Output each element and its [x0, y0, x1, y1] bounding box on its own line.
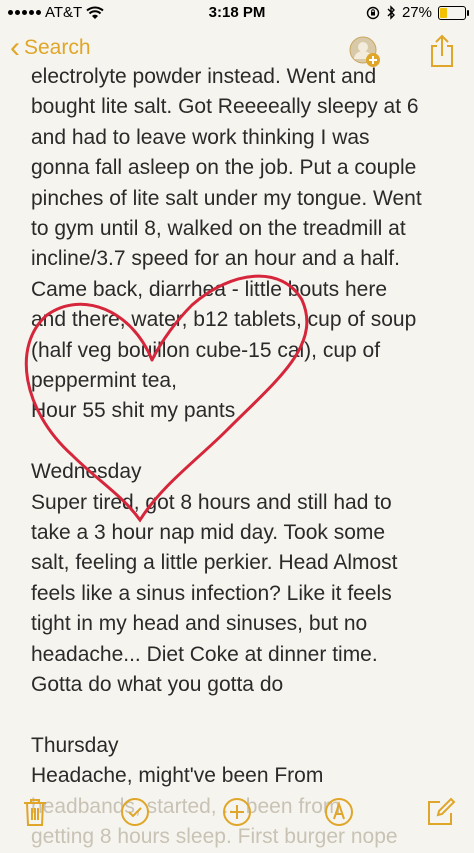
back-button[interactable]: ‹ Search	[10, 31, 91, 64]
add-button[interactable]	[222, 797, 252, 827]
battery-percent: 27%	[401, 4, 432, 21]
trash-icon	[24, 799, 46, 826]
note-line: peppermint tea,	[31, 369, 177, 393]
note-line: bought lite salt. Got Reeeeally sleepy a…	[31, 95, 419, 119]
markup-icon	[325, 798, 353, 826]
chevron-left-icon: ‹	[10, 31, 20, 64]
status-bar: AT&T 3:18 PM 27%	[0, 0, 474, 26]
note-line: salt, feeling a little perkier. Head Alm…	[31, 551, 398, 575]
note-line: Super tired, got 8 hours and still had t…	[31, 490, 392, 514]
checklist-icon	[121, 798, 149, 826]
bluetooth-icon	[387, 5, 395, 20]
note-line: and had to leave work thinking I was	[31, 125, 370, 149]
note-line: pinches of lite salt under my tongue. We…	[31, 186, 422, 210]
compose-button[interactable]	[426, 797, 456, 827]
rotation-lock-icon	[366, 6, 380, 19]
battery-icon	[438, 5, 469, 20]
note-body[interactable]: electrolyte powder instead. Went and boug…	[31, 62, 456, 853]
note-line: gonna fall asleep on the job. Put a coup…	[31, 156, 417, 180]
status-right: 27%	[366, 4, 469, 21]
note-line: (half veg bouillon cube-15 cal), cup of	[31, 338, 381, 362]
note-line: Wednesday	[31, 460, 142, 484]
back-label: Search	[24, 36, 91, 59]
markup-button[interactable]	[324, 797, 354, 827]
note-line: take a 3 hour nap mid day. Took some	[31, 521, 386, 545]
battery-fill	[440, 7, 448, 18]
note-line: Gotta do what you gotta do	[31, 673, 284, 697]
note-line: incline/3.7 speed for an hour and a half…	[31, 247, 400, 271]
note-line: feels like a sinus infection? Like it fe…	[31, 581, 392, 605]
note-line: tight in my head and sinuses, but no	[31, 612, 368, 636]
checklist-button[interactable]	[120, 797, 150, 827]
note-line: electrolyte powder instead. Went and	[31, 65, 377, 88]
note-line: to gym until 8, walked on the treadmill …	[31, 217, 406, 241]
delete-button[interactable]	[22, 797, 52, 827]
note-line: Came back, diarrhea - little bouts here	[31, 277, 388, 301]
add-icon	[223, 798, 251, 826]
bottom-toolbar	[0, 783, 474, 843]
note-line: headache... Diet Coke at dinner time.	[31, 642, 378, 666]
note-line: Thursday	[31, 733, 119, 757]
compose-icon	[428, 797, 456, 825]
note-line: and there, water, b12 tablets, cup of so…	[31, 308, 417, 332]
note-line: Hour 55 shit my pants	[31, 399, 236, 423]
